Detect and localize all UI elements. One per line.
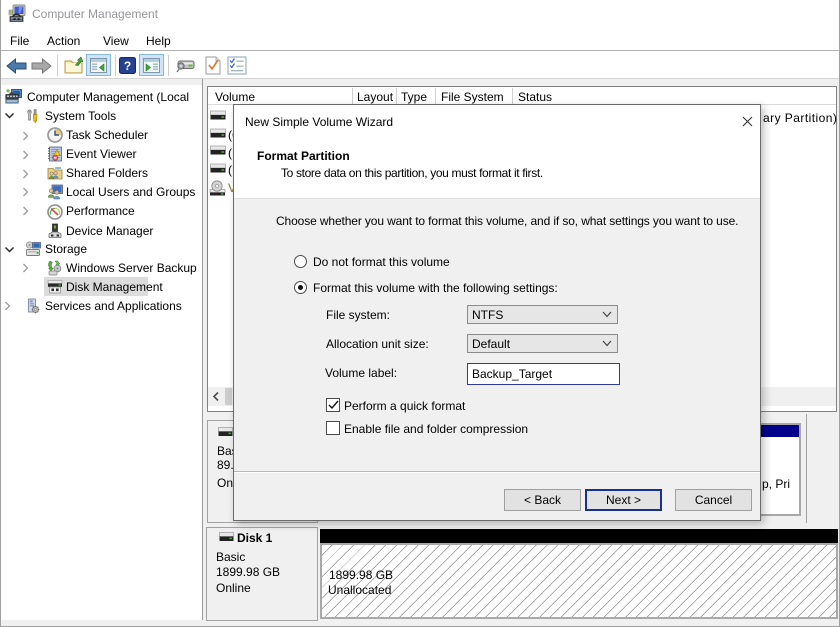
svg-text:?: ?	[124, 59, 131, 73]
